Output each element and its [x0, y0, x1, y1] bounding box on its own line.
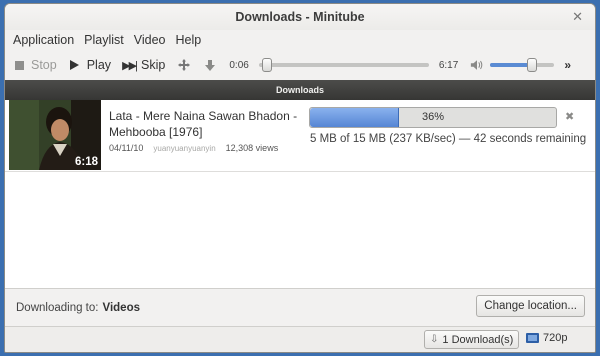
downloads-header: Downloads [5, 80, 595, 100]
video-duration: 6:18 [74, 156, 98, 168]
status-bar: ⇩ 1 Download(s) 720p [5, 326, 595, 352]
stop-icon [13, 59, 25, 71]
download-icon[interactable] [203, 58, 217, 72]
downloads-count-label: 1 Download(s) [442, 333, 514, 346]
download-folder: Videos [102, 301, 140, 314]
toolbar: Stop Play ▶▶| Skip 0:06 6:17 » [5, 50, 595, 80]
change-location-button[interactable]: Change location... [476, 295, 585, 317]
toolbar-overflow-button[interactable]: » [564, 58, 571, 72]
video-meta: 04/11/10 yuanyuanyuanyin 12,308 views [109, 143, 278, 153]
volume-handle[interactable] [526, 58, 537, 72]
close-icon[interactable]: ✕ [572, 4, 583, 30]
download-progress-label: 36% [421, 111, 445, 123]
volume-icon[interactable] [470, 58, 484, 72]
cancel-download-icon[interactable]: ✖ [565, 110, 574, 123]
download-progress-bar: 36% [309, 107, 557, 128]
window-title: Downloads - Minitube [235, 10, 365, 24]
play-icon [69, 59, 81, 71]
resolution-button[interactable]: 720p [526, 332, 567, 344]
stop-label: Stop [31, 58, 57, 72]
skip-label: Skip [141, 58, 166, 72]
total-time: 6:17 [438, 59, 459, 71]
skip-button[interactable]: ▶▶| Skip [122, 58, 166, 72]
download-status: 5 MB of 15 MB (237 KB/sec) — 42 seconds … [310, 133, 587, 145]
resolution-label: 720p [543, 332, 568, 344]
download-location-bar: Downloading to: Videos Change location..… [5, 289, 595, 326]
play-label: Play [86, 58, 112, 72]
menu-application[interactable]: Application [13, 33, 74, 47]
seek-handle[interactable] [262, 58, 273, 72]
menu-video[interactable]: Video [134, 33, 166, 47]
fullscreen-icon[interactable] [177, 58, 191, 72]
video-date: 04/11/10 [109, 143, 144, 153]
app-window: Downloads - Minitube ✕ Application Playl… [4, 3, 596, 353]
menu-help[interactable]: Help [176, 33, 202, 47]
menu-playlist[interactable]: Playlist [84, 33, 124, 47]
volume-slider[interactable] [490, 58, 555, 72]
seek-slider[interactable] [258, 58, 429, 72]
video-views: 12,308 views [225, 143, 279, 153]
download-item[interactable]: 6:18 Lata - Mere Naina Sawan Bhadon - Me… [5, 100, 595, 172]
elapsed-time: 0:06 [229, 59, 249, 71]
downloads-button[interactable]: ⇩ 1 Download(s) [424, 330, 520, 349]
video-thumbnail[interactable]: 6:18 [9, 100, 101, 170]
skip-icon: ▶▶| [122, 59, 138, 72]
video-title: Lata - Mere Naina Sawan Bhadon - Mehboob… [109, 109, 298, 139]
download-arrow-icon: ⇩ [430, 334, 439, 345]
stop-button[interactable]: Stop [13, 58, 57, 72]
volume-fill [490, 63, 532, 67]
downloading-to-label: Downloading to: [16, 301, 99, 314]
menu-bar: Application Playlist Video Help [5, 30, 595, 50]
monitor-icon [526, 333, 539, 343]
downloads-list: 6:18 Lata - Mere Naina Sawan Bhadon - Me… [5, 100, 595, 289]
video-author[interactable]: yuanyuanyuanyin [153, 144, 215, 153]
play-button[interactable]: Play [69, 58, 111, 72]
title-bar[interactable]: Downloads - Minitube ✕ [5, 4, 595, 30]
